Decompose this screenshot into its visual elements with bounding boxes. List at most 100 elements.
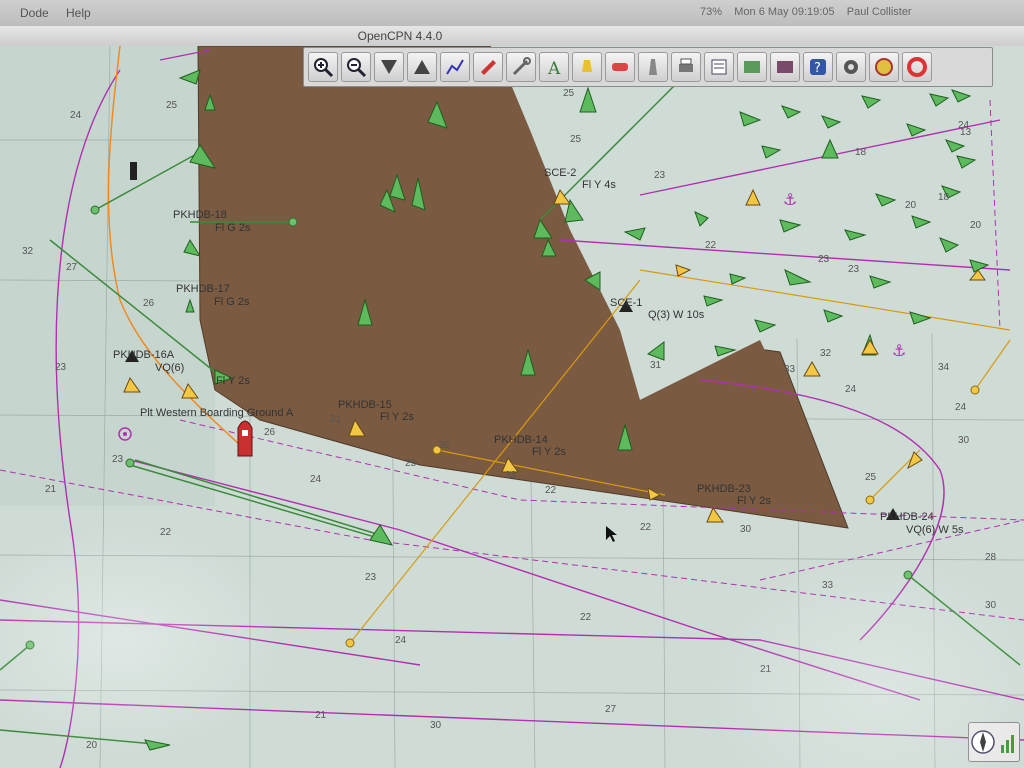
ship-button[interactable]: [473, 52, 503, 82]
buoy-light-pkhdb16a: VQ(6): [155, 362, 184, 374]
sounding: 21: [760, 664, 772, 675]
sounding: 22: [705, 240, 717, 251]
sounding: 24: [845, 384, 857, 395]
current-button[interactable]: [770, 52, 800, 82]
sounding: 23: [365, 572, 377, 583]
scale-up-button[interactable]: [407, 52, 437, 82]
svg-text:?: ?: [814, 61, 821, 76]
sounding: 33: [784, 364, 796, 375]
sounding: 31: [330, 414, 342, 425]
sounding: 22: [160, 527, 172, 538]
lifebuoy-button[interactable]: [902, 52, 932, 82]
chart-display[interactable]: Dode Help 73% Mon 6 May 09:19:05 Paul Co…: [0, 0, 1024, 768]
route-button[interactable]: [440, 52, 470, 82]
help-button[interactable]: ?: [803, 52, 833, 82]
ais-button[interactable]: [605, 52, 635, 82]
tools-button[interactable]: [506, 52, 536, 82]
window-titlebar: OpenCPN 4.4.0: [0, 26, 1024, 47]
sounding: 26: [264, 427, 276, 438]
sounding: 30: [958, 435, 970, 446]
zoom-in-button[interactable]: [308, 52, 338, 82]
lamp-icon: [582, 60, 592, 72]
svg-text:⚓: ⚓: [783, 190, 797, 209]
scale-up-icon: [414, 60, 430, 74]
help-icon: ?: [810, 59, 826, 76]
battery-percent: 73%: [700, 6, 723, 18]
mob-button[interactable]: [869, 52, 899, 82]
print-icon: [679, 58, 693, 72]
buoy-name-pkhdb16a: PKHDB-16A: [113, 349, 175, 361]
sounding: 20: [905, 200, 917, 211]
sounding: 23: [55, 362, 67, 373]
pilot-boarding-label: Plt Western Boarding Ground A: [140, 407, 294, 419]
buoy-light-pkhdb23: Fl Y 2s: [737, 495, 771, 507]
sounding: 25: [563, 88, 575, 99]
current-icon: [777, 61, 793, 73]
os-menubar: Dode Help 73% Mon 6 May 09:19:05 Paul Co…: [0, 0, 1024, 27]
zoom-in-icon: [314, 58, 334, 78]
svg-text:⚓: ⚓: [892, 341, 906, 360]
sounding: 24: [395, 635, 407, 646]
sounding: 23: [654, 170, 666, 181]
sounding: 25: [166, 100, 178, 111]
own-ship: [237, 420, 253, 457]
user-name[interactable]: Paul Collister: [847, 6, 912, 18]
sounding: 23: [848, 264, 860, 275]
clock: Mon 6 May 09:19:05: [734, 6, 835, 18]
sounding: 22: [640, 522, 652, 533]
zoom-out-icon: [347, 58, 367, 78]
zoom-out-button[interactable]: [341, 52, 371, 82]
buoy-name-sce2: SCE-2: [544, 167, 576, 179]
menu-item-help[interactable]: Help: [66, 6, 91, 20]
svg-text:A: A: [547, 59, 561, 78]
buoy-name-pkhdb14: PKHDB-14: [494, 434, 548, 446]
sounding: 28: [985, 552, 997, 563]
lights-button[interactable]: [572, 52, 602, 82]
buoy-light-pkhdb15: Fl Y 2s: [380, 411, 414, 423]
settings-icon: [844, 60, 858, 74]
sounding: 30: [430, 720, 442, 731]
sounding: 27: [66, 262, 78, 273]
mob-icon: [875, 58, 893, 76]
sounding: 26: [143, 298, 155, 309]
route-icon: [446, 59, 464, 75]
lighthouse-button[interactable]: [638, 52, 668, 82]
buoy-name-pkhdb17: PKHDB-17: [176, 283, 230, 295]
north-compass[interactable]: [968, 722, 1020, 762]
compass-icon: [971, 730, 1014, 754]
sounding: 23: [112, 454, 124, 465]
chart-canvas[interactable]: ⚓ ⚓ PKHDB-18 Fl G 2s PKHDB-17 Fl G 2s PK…: [0, 46, 1024, 768]
buoy-name-pkhdb15: PKHDB-15: [338, 399, 392, 411]
sounding: 24: [70, 110, 82, 121]
sounding: 22: [545, 485, 557, 496]
scale-down-button[interactable]: [374, 52, 404, 82]
sounding: 18: [855, 147, 867, 158]
buoy-light-pkhdb14: Fl Y 2s: [532, 446, 566, 458]
buoy-name-pkhdb23: PKHDB-23: [697, 483, 751, 495]
sounding: 27: [605, 704, 617, 715]
status-area: 73% Mon 6 May 09:19:05 Paul Collister: [700, 6, 912, 18]
list-button[interactable]: [704, 52, 734, 82]
text-icon: A: [547, 59, 561, 78]
window-title: OpenCPN 4.4.0: [357, 29, 443, 43]
buoy-light-pkhdb17: Fl G 2s: [214, 296, 250, 308]
sounding: 22: [580, 612, 592, 623]
text-button[interactable]: A: [539, 52, 569, 82]
sounding: 25: [865, 472, 877, 483]
menu-item[interactable]: Dode: [20, 6, 49, 20]
sounding: 21: [315, 710, 327, 721]
sounding: 33: [822, 580, 834, 591]
tide-button[interactable]: [737, 52, 767, 82]
settings-button[interactable]: [836, 52, 866, 82]
lighthouse-icon: [649, 59, 657, 75]
sounding: 25: [405, 458, 417, 469]
print-button[interactable]: [671, 52, 701, 82]
sounding: 34: [938, 362, 950, 373]
tide-icon: [744, 61, 760, 73]
sounding: 20: [86, 740, 98, 751]
sounding: 24: [310, 474, 322, 485]
sounding: 13: [960, 127, 972, 138]
buoy-light-pkhdb16: Fl Y 2s: [216, 375, 250, 387]
buoy-light-sce2: Fl Y 4s: [582, 179, 616, 191]
ship-icon: [481, 60, 496, 75]
